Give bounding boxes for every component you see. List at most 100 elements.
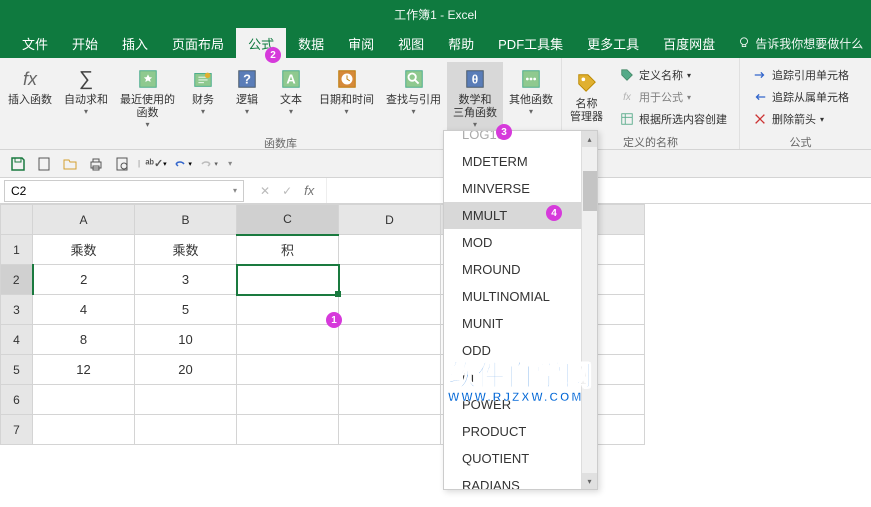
cell[interactable]: 20: [135, 355, 237, 385]
fx-icon[interactable]: fx: [304, 183, 314, 198]
remove-arrows-button[interactable]: 删除箭头 ▾: [746, 108, 855, 130]
tab-more[interactable]: 更多工具: [575, 28, 651, 58]
save-button[interactable]: [8, 154, 28, 174]
dropdown-item[interactable]: MDETERM: [444, 148, 597, 175]
dropdown-item[interactable]: MUNIT: [444, 310, 597, 337]
scroll-down-icon[interactable]: ▾: [582, 473, 597, 489]
cell[interactable]: [339, 325, 441, 355]
autosum-button[interactable]: ∑ 自动求和 ▾: [58, 62, 114, 120]
create-from-selection-button[interactable]: 根据所选内容创建: [613, 108, 733, 130]
cell[interactable]: [237, 385, 339, 415]
define-name-button[interactable]: 定义名称 ▾: [613, 64, 733, 86]
row-header-4[interactable]: 4: [1, 325, 33, 355]
print-preview-button[interactable]: [112, 154, 132, 174]
scroll-thumb[interactable]: [583, 171, 597, 211]
dropdown-item[interactable]: POWER: [444, 391, 597, 418]
dropdown-item[interactable]: PRODUCT: [444, 418, 597, 445]
dropdown-item-mmult[interactable]: MMULT: [444, 202, 597, 229]
tab-data[interactable]: 数据: [286, 28, 336, 58]
cell[interactable]: 4: [33, 295, 135, 325]
quick-print-button[interactable]: [86, 154, 106, 174]
new-button[interactable]: [34, 154, 54, 174]
recent-functions-button[interactable]: 最近使用的 函数 ▾: [114, 62, 181, 133]
row-header-3[interactable]: 3: [1, 295, 33, 325]
column-header-B[interactable]: B: [135, 205, 237, 235]
formula-input[interactable]: [326, 178, 871, 203]
spellcheck-button[interactable]: ᵃᵇ✓▾: [146, 154, 166, 174]
row-header-5[interactable]: 5: [1, 355, 33, 385]
select-all-corner[interactable]: [1, 205, 33, 235]
dropdown-item[interactable]: QUOTIENT: [444, 445, 597, 472]
column-header-A[interactable]: A: [33, 205, 135, 235]
tab-file[interactable]: 文件: [10, 28, 60, 58]
column-header-C[interactable]: C: [237, 205, 339, 235]
logical-button[interactable]: ? 逻辑 ▾: [225, 62, 269, 120]
cell[interactable]: 8: [33, 325, 135, 355]
column-header-D[interactable]: D: [339, 205, 441, 235]
cell[interactable]: [135, 415, 237, 445]
cell[interactable]: 5: [135, 295, 237, 325]
scroll-up-icon[interactable]: ▴: [582, 131, 597, 147]
row-header-1[interactable]: 1: [1, 235, 33, 265]
tab-layout[interactable]: 页面布局: [160, 28, 236, 58]
row-header-7[interactable]: 7: [1, 415, 33, 445]
tab-pdf[interactable]: PDF工具集: [486, 28, 575, 58]
cell[interactable]: [339, 385, 441, 415]
tell-me-search[interactable]: 告诉我你想要做什么: [737, 35, 863, 52]
use-in-formula-button[interactable]: fx 用于公式 ▾: [613, 86, 733, 108]
dropdown-item[interactable]: MINVERSE: [444, 175, 597, 202]
open-button[interactable]: [60, 154, 80, 174]
cell[interactable]: 2: [33, 265, 135, 295]
insert-function-button[interactable]: fx 插入函数: [2, 62, 58, 111]
tab-help[interactable]: 帮助: [436, 28, 486, 58]
cell[interactable]: [237, 415, 339, 445]
cancel-formula-icon[interactable]: ✕: [260, 184, 270, 198]
tab-review[interactable]: 审阅: [336, 28, 386, 58]
dropdown-scrollbar[interactable]: ▴ ▾: [581, 131, 597, 489]
math-trig-button[interactable]: θ 数学和 三角函数 ▾: [447, 62, 503, 133]
cell[interactable]: [237, 325, 339, 355]
tab-baidu[interactable]: 百度网盘: [651, 28, 727, 58]
cell-selected[interactable]: [237, 265, 339, 295]
dropdown-item[interactable]: MROUND: [444, 256, 597, 283]
tab-home[interactable]: 开始: [60, 28, 110, 58]
cell[interactable]: [339, 235, 441, 265]
datetime-button[interactable]: 日期和时间 ▾: [313, 62, 380, 120]
cell[interactable]: 积: [237, 235, 339, 265]
financial-button[interactable]: 财务 ▾: [181, 62, 225, 120]
dropdown-item[interactable]: MOD: [444, 229, 597, 256]
tab-view[interactable]: 视图: [386, 28, 436, 58]
dropdown-item[interactable]: PI: [444, 364, 597, 391]
cell[interactable]: 乘数: [33, 235, 135, 265]
cell[interactable]: [33, 415, 135, 445]
redo-button[interactable]: ▾: [198, 154, 218, 174]
name-box[interactable]: C2 ▾: [4, 180, 244, 202]
dropdown-item[interactable]: MULTINOMIAL: [444, 283, 597, 310]
qat-customize-arrow[interactable]: ▾: [228, 159, 232, 168]
cell[interactable]: [339, 415, 441, 445]
more-functions-button[interactable]: 其他函数 ▾: [503, 62, 559, 120]
lookup-button[interactable]: 查找与引用 ▾: [380, 62, 447, 120]
cell[interactable]: [237, 355, 339, 385]
row-header-6[interactable]: 6: [1, 385, 33, 415]
cell[interactable]: [237, 295, 339, 325]
cell[interactable]: 乘数: [135, 235, 237, 265]
undo-button[interactable]: ▾: [172, 154, 192, 174]
cell[interactable]: [33, 385, 135, 415]
name-manager-button[interactable]: 名称 管理器: [564, 66, 609, 128]
cell[interactable]: [339, 355, 441, 385]
trace-dependents-button[interactable]: 追踪从属单元格: [746, 86, 855, 108]
cell[interactable]: [135, 385, 237, 415]
dropdown-item[interactable]: ODD: [444, 337, 597, 364]
cell[interactable]: [339, 265, 441, 295]
dropdown-item[interactable]: RADIANS: [444, 472, 597, 490]
tab-insert[interactable]: 插入: [110, 28, 160, 58]
accept-formula-icon[interactable]: ✓: [282, 184, 292, 198]
trace-precedents-button[interactable]: 追踪引用单元格: [746, 64, 855, 86]
cell[interactable]: [339, 295, 441, 325]
dropdown-item[interactable]: LOG10: [444, 130, 597, 148]
row-header-2[interactable]: 2: [1, 265, 33, 295]
text-button[interactable]: A 文本 ▾: [269, 62, 313, 120]
cell[interactable]: 12: [33, 355, 135, 385]
cell[interactable]: 3: [135, 265, 237, 295]
